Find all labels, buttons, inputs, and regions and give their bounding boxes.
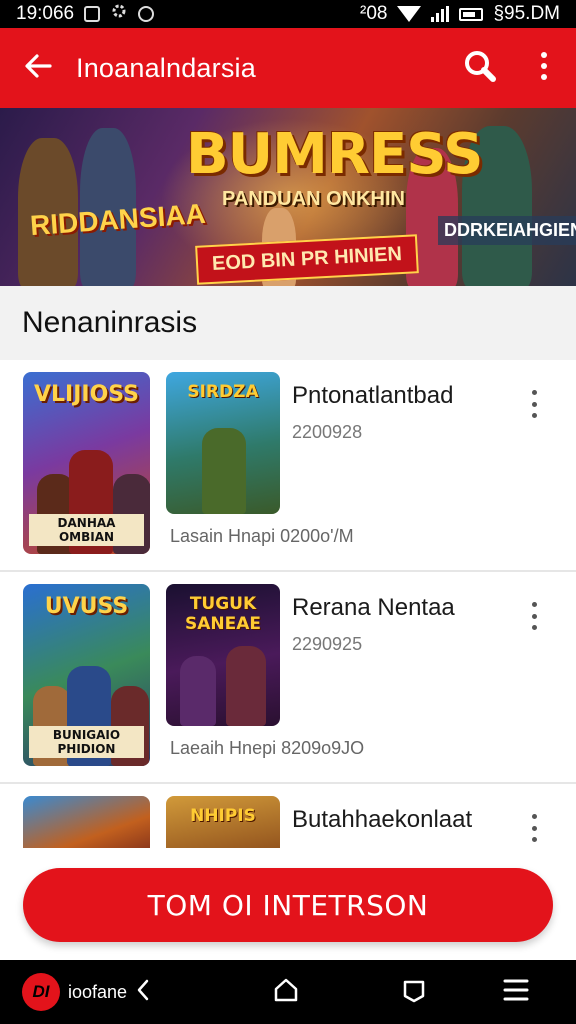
- more-button[interactable]: [512, 28, 576, 108]
- cover-hero: [202, 428, 246, 514]
- item-title: Rerana Nentaa: [292, 594, 455, 621]
- cover-title: TUGUK SANEAE: [184, 594, 261, 634]
- game-list: VLIJIOSS DANHAA OMBIAN SIRDZA Pntonatlan…: [0, 360, 576, 848]
- settings-icon: [110, 2, 128, 26]
- system-nav-bar: DI ioofane: [0, 960, 576, 1024]
- game-cover-small[interactable]: SIRDZA: [166, 372, 280, 514]
- item-subtitle: 2200928: [292, 422, 363, 442]
- search-button[interactable]: [448, 28, 512, 108]
- game-cover-large[interactable]: VLIJIOSS DANHAA OMBIAN: [23, 372, 150, 554]
- home-icon: [272, 976, 300, 1009]
- banner-subtitle: PANDUAN ONKHIN: [222, 188, 405, 210]
- status-right: ²08 §95.DM: [360, 3, 560, 25]
- list-item[interactable]: NHIPIS Butahhaekonlaat 2200051: [0, 784, 576, 848]
- item-subtitle: 2290925: [292, 634, 363, 654]
- cover-title: VLIJIOSS: [33, 382, 139, 407]
- cover-title: NHIPIS: [190, 806, 256, 826]
- brand-logo: DI: [22, 973, 60, 1011]
- network-text: ²08: [360, 3, 388, 24]
- brand-name: ioofane: [68, 981, 128, 1002]
- sim-icon: [84, 6, 101, 22]
- status-clock-text: §95.DM: [493, 3, 560, 24]
- back-arrow-icon: [23, 51, 53, 86]
- brand[interactable]: DI ioofane: [0, 973, 196, 1011]
- status-bar: 19:066 ²08 §95.DM: [0, 0, 576, 28]
- wifi-icon: [397, 6, 422, 22]
- home-button[interactable]: [246, 960, 326, 1024]
- item-meta: Laeaih Hnepi 8209o9JO: [170, 738, 365, 758]
- cover-title: UVUSS: [44, 594, 129, 619]
- page-title: Inoanalndarsia: [76, 52, 256, 83]
- search-icon: [463, 49, 497, 88]
- section-header: Nenaninrasis: [0, 286, 576, 360]
- signal-icon: [431, 6, 450, 22]
- app-bar: Inoanalndarsia: [0, 28, 576, 108]
- game-cover-large[interactable]: UVUSS BUNIGAIO PHIDION: [23, 584, 150, 766]
- game-cover-small[interactable]: NHIPIS: [166, 796, 280, 848]
- list-item[interactable]: UVUSS BUNIGAIO PHIDION TUGUK SANEAE Rera…: [0, 572, 576, 784]
- item-meta: Lasain Hnapi 0200o'/M: [170, 526, 354, 546]
- promo-banner[interactable]: RIDDANSIAA BUMRESS PANDUAN ONKHIN EOD BI…: [0, 108, 576, 286]
- status-time: 19:066: [16, 3, 75, 24]
- status-left: 19:066: [16, 2, 155, 26]
- cover-hero: [226, 646, 266, 726]
- item-title: Butahhaekonlaat: [292, 806, 473, 833]
- menu-button[interactable]: [476, 960, 556, 1024]
- cover-caption: DANHAA OMBIAN: [29, 514, 144, 546]
- cover-title: SIRDZA: [187, 382, 259, 402]
- game-cover-small[interactable]: TUGUK SANEAE: [166, 584, 280, 726]
- banner-title: BUMRESS: [186, 122, 483, 187]
- sync-icon: [138, 6, 155, 22]
- cover-caption: BUNIGAIO PHIDION: [29, 726, 144, 758]
- menu-icon: [502, 977, 530, 1008]
- recents-icon: [400, 976, 428, 1009]
- section-title: Nenaninrasis: [22, 306, 198, 339]
- item-more-button[interactable]: [522, 810, 546, 846]
- more-vert-icon: [539, 51, 549, 86]
- primary-cta-button[interactable]: TOM OI INTETRSON: [23, 868, 553, 942]
- battery-icon: [459, 7, 484, 21]
- banner-right-label: DDRKEIAHGIEN: [438, 216, 576, 245]
- recents-button[interactable]: [374, 960, 454, 1024]
- cta-area: TOM OI INTETRSON: [0, 848, 576, 960]
- item-title: Pntonatlantbad: [292, 382, 454, 409]
- list-item[interactable]: VLIJIOSS DANHAA OMBIAN SIRDZA Pntonatlan…: [0, 360, 576, 572]
- back-chevron-icon[interactable]: [135, 978, 151, 1007]
- game-cover-large[interactable]: [23, 796, 150, 848]
- cover-hero: [180, 656, 216, 726]
- back-button[interactable]: [0, 28, 76, 108]
- item-more-button[interactable]: [522, 386, 546, 422]
- item-more-button[interactable]: [522, 598, 546, 634]
